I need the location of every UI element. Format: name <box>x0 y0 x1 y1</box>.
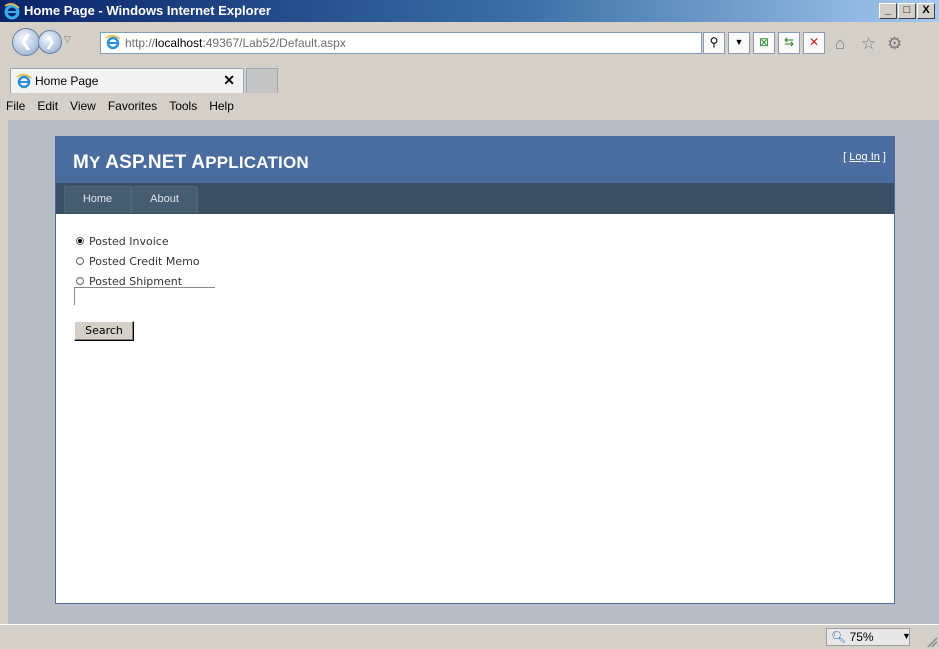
ie-tab-icon <box>16 74 32 89</box>
tab-label: Home Page <box>35 74 99 88</box>
navigation-bar: ❮ ❯ ▽ http://localhost:49367/Lab52/Defau… <box>0 22 939 68</box>
minimize-button[interactable]: _ <box>879 3 897 19</box>
new-tab-button[interactable] <box>246 68 278 93</box>
title-bar: Home Page - Windows Internet Explorer _ … <box>0 0 939 22</box>
back-button[interactable]: ❮ <box>12 28 40 56</box>
close-tab-icon[interactable]: ✕ <box>223 72 235 89</box>
option-label: Posted Credit Memo <box>89 254 200 268</box>
option-posted-credit-memo[interactable]: Posted Credit Memo <box>76 251 200 271</box>
ie-logo-icon <box>4 3 20 20</box>
home-icon[interactable]: ⌂ <box>835 34 845 54</box>
nav-home[interactable]: Home <box>64 186 131 213</box>
refresh-icon[interactable]: ⇆ <box>778 32 800 54</box>
zoom-icon: 🔍︎ <box>831 630 847 644</box>
search-button[interactable]: Search <box>74 321 134 341</box>
gear-icon[interactable]: ⚙ <box>887 34 902 54</box>
menu-view[interactable]: View <box>64 96 102 118</box>
radio-button-selected[interactable] <box>76 237 84 245</box>
page-container: MY ASP.NET APPLICATION [ Log In ] Home A… <box>55 136 895 604</box>
radio-button[interactable] <box>76 277 84 285</box>
radio-button[interactable] <box>76 257 84 265</box>
app-title: MY ASP.NET APPLICATION <box>73 152 309 173</box>
login-area: [ Log In ] <box>843 151 886 163</box>
menu-file[interactable]: File <box>0 96 31 118</box>
site-nav: Home About <box>56 183 894 214</box>
option-posted-invoice[interactable]: Posted Invoice <box>76 231 200 251</box>
history-dropdown-icon[interactable]: ▽ <box>64 34 71 45</box>
forward-button[interactable]: ❯ <box>38 30 62 54</box>
tab-home-page[interactable]: Home Page ✕ <box>10 68 244 93</box>
site-header: MY ASP.NET APPLICATION [ Log In ] <box>56 137 894 183</box>
menu-tools[interactable]: Tools <box>163 96 203 118</box>
address-bar[interactable]: http://localhost:49367/Lab52/Default.asp… <box>100 32 702 54</box>
window-title: Home Page - Windows Internet Explorer <box>24 3 271 18</box>
option-label: Posted Shipment <box>89 274 183 288</box>
menu-help[interactable]: Help <box>203 96 240 118</box>
zoom-control[interactable]: 🔍︎ 75% <box>826 628 910 646</box>
document-type-options: Posted Invoice Posted Credit Memo Posted… <box>76 231 200 291</box>
menu-edit[interactable]: Edit <box>31 96 64 118</box>
zoom-dropdown-icon[interactable]: ▼ <box>902 628 911 645</box>
favorites-star-icon[interactable]: ☆ <box>861 34 876 54</box>
search-input[interactable] <box>74 287 215 305</box>
compatibility-view-icon[interactable]: ⊠ <box>753 32 775 54</box>
address-url[interactable]: http://localhost:49367/Lab52/Default.asp… <box>125 36 346 50</box>
stop-icon[interactable]: ✕ <box>803 32 825 54</box>
resize-grip-icon[interactable] <box>927 637 937 647</box>
menu-favorites[interactable]: Favorites <box>102 96 163 118</box>
option-label: Posted Invoice <box>89 234 169 248</box>
address-dropdown-icon[interactable]: ▼ <box>728 32 750 54</box>
ie-page-icon <box>105 35 121 50</box>
login-link[interactable]: Log In <box>849 151 880 163</box>
tab-strip: Home Page ✕ <box>0 68 939 94</box>
maximize-button[interactable]: □ <box>898 3 916 19</box>
search-icon[interactable]: ⚲ <box>703 32 725 54</box>
status-bar: 🔍︎ 75% ▼ <box>0 624 939 649</box>
content-viewport: MY ASP.NET APPLICATION [ Log In ] Home A… <box>8 120 939 624</box>
menu-bar: File Edit View Favorites Tools Help <box>0 96 939 118</box>
nav-about[interactable]: About <box>131 186 198 213</box>
zoom-level: 75% <box>849 630 874 644</box>
close-window-button[interactable]: X <box>917 3 935 19</box>
